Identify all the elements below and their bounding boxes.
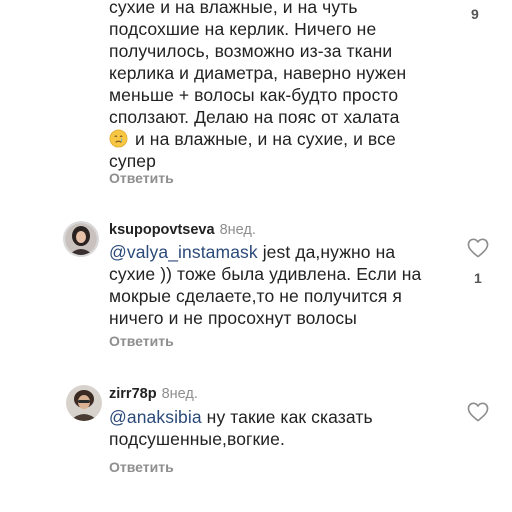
comment-3-line-1-text: ну такие как сказать [201,407,373,427]
comment-1-line-7-text: и на влажные, и на сухие, и все [130,129,396,149]
comment-2-line-1-text: jest да,нужно на [257,242,396,262]
avatar[interactable] [63,221,99,257]
timestamp: 8нед. [161,386,198,402]
avatar[interactable] [66,385,102,421]
comment-1-line-7: и на влажные, и на сухие, и все [109,128,396,151]
comment-2-line-4: ничего и не просохнут волосы [109,308,357,328]
comment-3-line-2: подсушенные,вогкие. [109,429,285,449]
comment-2-line-1: @valya_instamask jest да,нужно на [109,241,395,264]
reply-button[interactable]: Ответить [109,459,174,475]
comment-1-line-2: подсохшие на керлик. Ничего не [109,19,377,39]
comment-1-line-6: сползают. Делаю на пояс от халата [109,107,400,127]
comment-1-line-4: керлика и диаметра, наверно нужен [109,63,407,83]
reply-button[interactable]: Ответить [109,333,174,349]
comment-2-line-2: сухие )) тоже была удивлена. Если на [109,264,422,284]
crying-face-icon [109,129,128,148]
comment-3-line-1: @anaksibia ну такие как сказать [109,406,373,429]
like-count[interactable]: 1 [474,270,482,286]
comment-2-username-line: ksupopovtseva 8нед. [109,222,256,238]
username[interactable]: zirr78p [109,386,157,402]
comment-1-line-1: сухие и на влажные, и на чуть [109,0,358,17]
reply-button[interactable]: Ответить [109,170,174,186]
comment-3-username-line: zirr78p 8нед. [109,386,198,402]
comment-2-line-3: мокрые сделаете,то не получится я [109,286,402,306]
heart-icon[interactable] [467,402,489,422]
timestamp: 8нед. [219,222,256,238]
username[interactable]: ksupopovtseva [109,222,215,238]
comments-thread: сухие и на влажные, и на чуть подсохшие … [0,0,512,512]
avatar-image [66,385,102,421]
comment-1-line-5: меньше + волосы как-будто просто [109,85,399,105]
comment-1-line-3: получилось, возможно из-за ткани [109,41,393,61]
heart-icon[interactable] [467,238,489,258]
avatar-image [65,223,97,255]
mention-link[interactable]: @anaksibia [109,407,202,427]
like-count[interactable]: 9 [471,6,479,22]
mention-link[interactable]: @valya_instamask [109,242,258,262]
